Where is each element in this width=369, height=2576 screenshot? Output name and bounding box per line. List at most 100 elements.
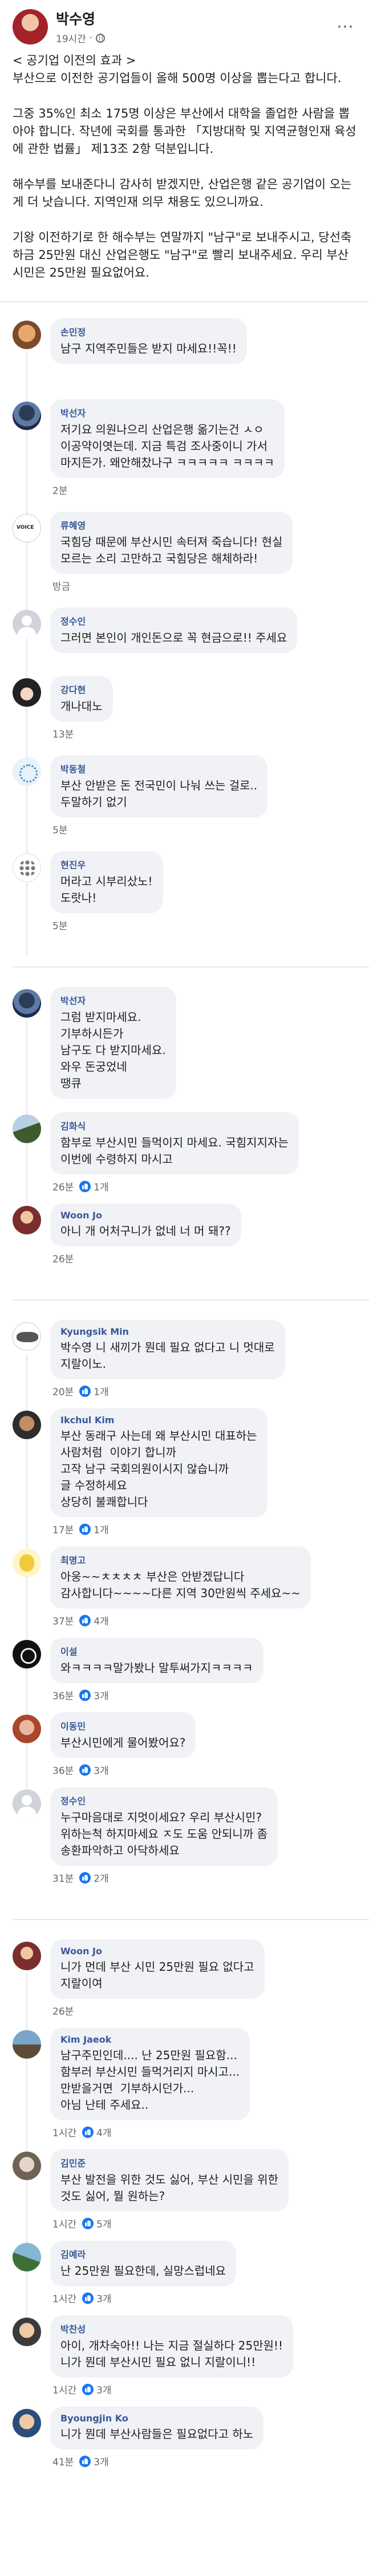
comment-text: 부산 동래구 사는데 왜 부산시민 대표하는 사람처럼 이야기 합니까 고작 남…: [60, 1429, 257, 1509]
commenter-avatar[interactable]: [13, 610, 41, 638]
commenter-avatar[interactable]: [13, 1549, 41, 1577]
comment-meta: 20분 1개: [50, 1384, 285, 1398]
commenter-avatar[interactable]: [13, 402, 41, 430]
reaction-count[interactable]: 5개: [82, 2216, 112, 2230]
reaction-count[interactable]: 1개: [79, 1384, 109, 1398]
comment: 박찬성 아이, 개차숙아!! 나는 지금 절실하다 25만원!! 니가 뭔데 부…: [0, 2315, 369, 2396]
commenter-avatar[interactable]: [13, 989, 41, 1018]
commenter-name[interactable]: 김민준: [60, 2156, 278, 2169]
commenter-avatar[interactable]: [13, 2152, 41, 2180]
reaction-count[interactable]: 4개: [82, 2125, 112, 2139]
reaction-count[interactable]: 1개: [79, 1179, 109, 1193]
reaction-count[interactable]: 3개: [79, 1763, 109, 1777]
comment-time[interactable]: 26분: [52, 2003, 74, 2018]
commenter-avatar[interactable]: [13, 2243, 41, 2271]
commenter-avatar[interactable]: [13, 1640, 41, 1668]
commenter-name[interactable]: 강다현: [60, 682, 103, 696]
comment-time[interactable]: 13분: [52, 726, 74, 740]
author-avatar[interactable]: [13, 9, 48, 44]
comment-bubble: 강다현 개나대노: [50, 676, 113, 722]
commenter-avatar[interactable]: [13, 514, 41, 542]
like-count: 2개: [94, 1873, 109, 1885]
commenter-name[interactable]: 현진우: [60, 857, 153, 871]
globe-icon: [96, 33, 106, 43]
commenter-name[interactable]: 박찬성: [60, 2322, 283, 2335]
commenter-name[interactable]: 박동철: [60, 762, 257, 775]
commenter-name[interactable]: Kim Jaeok: [60, 2034, 240, 2045]
commenter-avatar[interactable]: [13, 1115, 41, 1143]
comment-time[interactable]: 37분: [52, 1613, 74, 1627]
comment-time[interactable]: 36분: [52, 1688, 74, 1702]
commenter-avatar[interactable]: [13, 2030, 41, 2059]
commenter-name[interactable]: 김화식: [60, 1119, 289, 1132]
post-time[interactable]: 19시간: [56, 31, 86, 45]
comment-text: 부산시민에게 물어봤어요?: [60, 1736, 186, 1749]
comment-time[interactable]: 41분: [52, 2454, 74, 2468]
comment-time[interactable]: 36분: [52, 1763, 74, 1777]
comment-time[interactable]: 26분: [52, 1179, 74, 1193]
commenter-name[interactable]: 이동민: [60, 1719, 185, 1732]
commenter-name[interactable]: 이설: [60, 1644, 253, 1658]
commenter-name[interactable]: 정수인: [60, 614, 287, 627]
comment-meta: 2분: [50, 483, 285, 497]
commenter-avatar[interactable]: [13, 321, 41, 349]
reaction-count[interactable]: 1개: [79, 1522, 109, 1536]
comment-time[interactable]: 방금: [52, 578, 70, 593]
reaction-count[interactable]: 3개: [79, 1688, 109, 1702]
commenter-name[interactable]: 박선자: [60, 993, 166, 1007]
comment: 정수인 누구마음대로 지멋이세요? 우리 부산시민? 위하는척 하지마세요 ㅈ도…: [0, 1787, 369, 1885]
commenter-name[interactable]: 정수인: [60, 1793, 267, 1807]
post-paragraph: < 공기업 이전의 효과 > 부산으로 이전한 공기업들이 올해 500명 이상…: [13, 54, 342, 85]
comment: 박선자 그럼 받지마세요. 기부하시든가 남구도 다 받지마세요. 와우 돈궁었…: [0, 987, 369, 1099]
commenter-avatar[interactable]: [13, 1789, 41, 1818]
commenter-name[interactable]: Woon Jo: [60, 1946, 254, 1957]
reaction-count[interactable]: 3개: [82, 2291, 112, 2305]
commenter-avatar[interactable]: [13, 1411, 41, 1439]
commenter-name[interactable]: Woon Jo: [60, 1210, 231, 1221]
comment: 김화식 함부로 부산시민 들먹이지 마세요. 국힘지지자는 이번에 수령하지 마…: [0, 1112, 369, 1193]
comment-time[interactable]: 17분: [52, 1522, 74, 1536]
commenter-avatar[interactable]: [13, 1942, 41, 1970]
comment-time[interactable]: 20분: [52, 1384, 74, 1398]
comment-time[interactable]: 1시간: [52, 2291, 76, 2305]
comment: 이설 와ㅋㅋㅋㅋ말가봤나 말투써가지ㅋㅋㅋㅋ 36분 3개: [0, 1638, 369, 1702]
commenter-name[interactable]: 손민정: [60, 325, 237, 338]
comment-bubble: 최명고 아웅~~ㅊㅊㅊㅊ 부산은 안받겠답니다 감사합니다~~~~다른 지역 3…: [50, 1546, 311, 1609]
comment: Ikchul Kim 부산 동래구 사는데 왜 부산시민 대표하는 사람처럼 이…: [0, 1408, 369, 1536]
commenter-name[interactable]: 류혜영: [60, 518, 282, 532]
commenter-avatar[interactable]: [13, 1715, 41, 1743]
reaction-count[interactable]: 4개: [79, 1613, 109, 1627]
commenter-avatar[interactable]: [13, 2409, 41, 2437]
commenter-name[interactable]: Ikchul Kim: [60, 1415, 257, 1425]
reaction-count[interactable]: 3개: [79, 2454, 109, 2468]
comment: 정수인 그러면 본인이 개인돈으로 꼭 현금으로!! 주세요: [0, 607, 369, 653]
comment-time[interactable]: 2분: [52, 483, 67, 497]
commenter-avatar[interactable]: [13, 2318, 41, 2346]
comment-meta: 13분: [50, 726, 113, 740]
commenter-avatar[interactable]: [13, 678, 41, 707]
reaction-count[interactable]: 3개: [82, 2382, 112, 2396]
comment-bubble: 류혜영 국힘당 때문에 부산시민 속터져 죽습니다! 현실 모르는 소리 고만하…: [50, 512, 293, 574]
commenter-avatar[interactable]: [13, 1206, 41, 1234]
author-name[interactable]: 박수영: [56, 8, 334, 29]
reaction-count[interactable]: 2개: [79, 1870, 109, 1885]
comment-meta: 36분 3개: [50, 1688, 263, 1702]
commenter-avatar[interactable]: [13, 1322, 41, 1351]
comment-time[interactable]: 1시간: [52, 2382, 76, 2396]
commenter-avatar[interactable]: [13, 853, 41, 882]
comment-time[interactable]: 1시간: [52, 2125, 76, 2139]
comment-time[interactable]: 1시간: [52, 2216, 76, 2230]
commenter-name[interactable]: Byoungjin Ko: [60, 2413, 253, 2424]
commenter-name[interactable]: 박선자: [60, 406, 274, 419]
comment-time[interactable]: 5분: [52, 918, 67, 932]
commenter-avatar[interactable]: [13, 758, 41, 786]
commenter-name[interactable]: Kyungsik Min: [60, 1326, 275, 1337]
comment-text: 남구 지역주민들은 받지 마세요!!꼭!!: [60, 342, 237, 355]
commenter-name[interactable]: 최명고: [60, 1553, 301, 1566]
comment-time[interactable]: 26분: [52, 1251, 74, 1265]
comment-time[interactable]: 31분: [52, 1870, 74, 1885]
more-options-icon[interactable]: ⋯: [334, 17, 356, 37]
comment-bubble: Kyungsik Min 박수영 니 새끼가 뭔데 필요 없다고 니 멋대로 지…: [50, 1320, 285, 1379]
commenter-name[interactable]: 김예라: [60, 2247, 226, 2261]
comment-time[interactable]: 5분: [52, 822, 67, 836]
